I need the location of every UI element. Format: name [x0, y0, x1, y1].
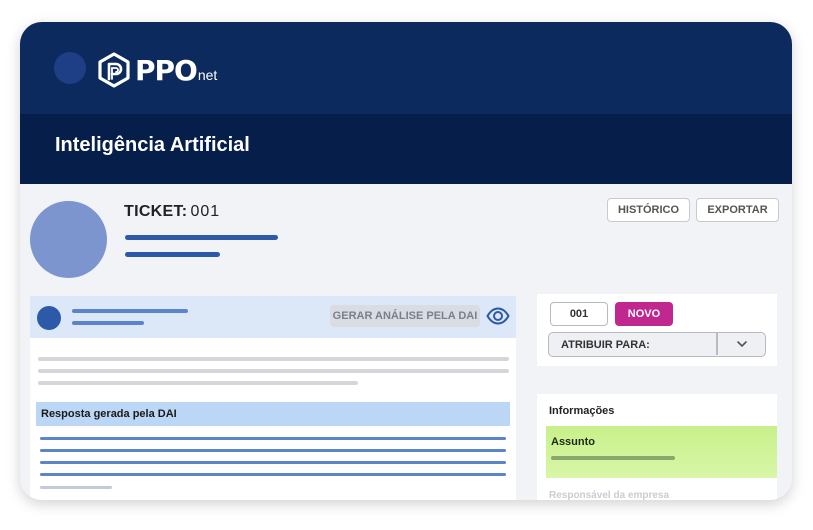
- menu-dot-icon[interactable]: [54, 52, 86, 84]
- avatar: [30, 201, 107, 278]
- ticket-placeholder-line: [125, 252, 220, 257]
- ai-response-title: Resposta gerada pela DAI: [41, 408, 177, 420]
- subject-label: Assunto: [551, 436, 595, 448]
- chevron-down-icon[interactable]: [735, 338, 749, 350]
- status-badge: NOVO: [615, 302, 673, 326]
- ticket-status-panel: 001 NOVO ATRIBUIR PARA:: [537, 294, 777, 366]
- ticket-heading: TICKET: 001: [124, 203, 220, 221]
- assign-to-label: ATRIBUIR PARA:: [561, 339, 650, 351]
- ticket-placeholder-line: [125, 235, 278, 240]
- ticket-content: TICKET: 001 HISTÓRICO EXPORTAR GERAR ANÁL…: [20, 184, 792, 500]
- ticket-label: TICKET:: [124, 203, 188, 220]
- text-placeholder-line: [38, 357, 509, 361]
- response-placeholder-line: [40, 461, 506, 464]
- subject-field: Assunto: [546, 426, 777, 478]
- response-placeholder-line: [40, 473, 506, 476]
- analysis-panel-header: GERAR ANÁLISE PELA DAI: [30, 296, 516, 338]
- section-title-bar: Inteligência Artificial: [20, 114, 792, 184]
- eye-icon[interactable]: [486, 307, 510, 325]
- ai-response-header: Resposta gerada pela DAI: [36, 402, 510, 426]
- export-button[interactable]: EXPORTAR: [696, 198, 779, 222]
- text-placeholder-line: [38, 381, 358, 385]
- ticket-number: 001: [190, 203, 221, 220]
- top-header: PPO net: [20, 22, 792, 114]
- response-placeholder-line: [40, 449, 506, 452]
- section-title: Inteligência Artificial: [55, 134, 250, 156]
- ppo-logo[interactable]: PPO net: [96, 52, 217, 88]
- brand-suffix: net: [197, 67, 218, 83]
- user-avatar-icon: [37, 306, 61, 330]
- ppo-logo-mark-icon: [98, 52, 130, 88]
- response-placeholder-line: [40, 437, 506, 440]
- info-title: Informações: [549, 405, 615, 417]
- brand-name: PPO: [135, 53, 198, 87]
- text-placeholder-line: [38, 369, 509, 373]
- header-placeholder-line: [72, 309, 188, 313]
- info-panel: Informações Assunto Responsável da empre…: [537, 394, 777, 500]
- header-placeholder-line: [72, 321, 144, 325]
- analysis-panel: GERAR ANÁLISE PELA DAI Resposta gerada p…: [30, 296, 516, 500]
- company-responsible-label: Responsável da empresa: [549, 490, 670, 500]
- subject-placeholder-line: [551, 456, 675, 460]
- response-placeholder-line: [40, 486, 112, 489]
- assign-to-select[interactable]: ATRIBUIR PARA:: [548, 332, 766, 357]
- generate-analysis-button[interactable]: GERAR ANÁLISE PELA DAI: [330, 305, 480, 327]
- select-divider: [716, 333, 718, 355]
- app-window: PPO net Inteligência Artificial TICKET: 0…: [20, 22, 792, 500]
- history-button[interactable]: HISTÓRICO: [607, 198, 690, 222]
- ticket-id-chip: 001: [550, 302, 608, 326]
